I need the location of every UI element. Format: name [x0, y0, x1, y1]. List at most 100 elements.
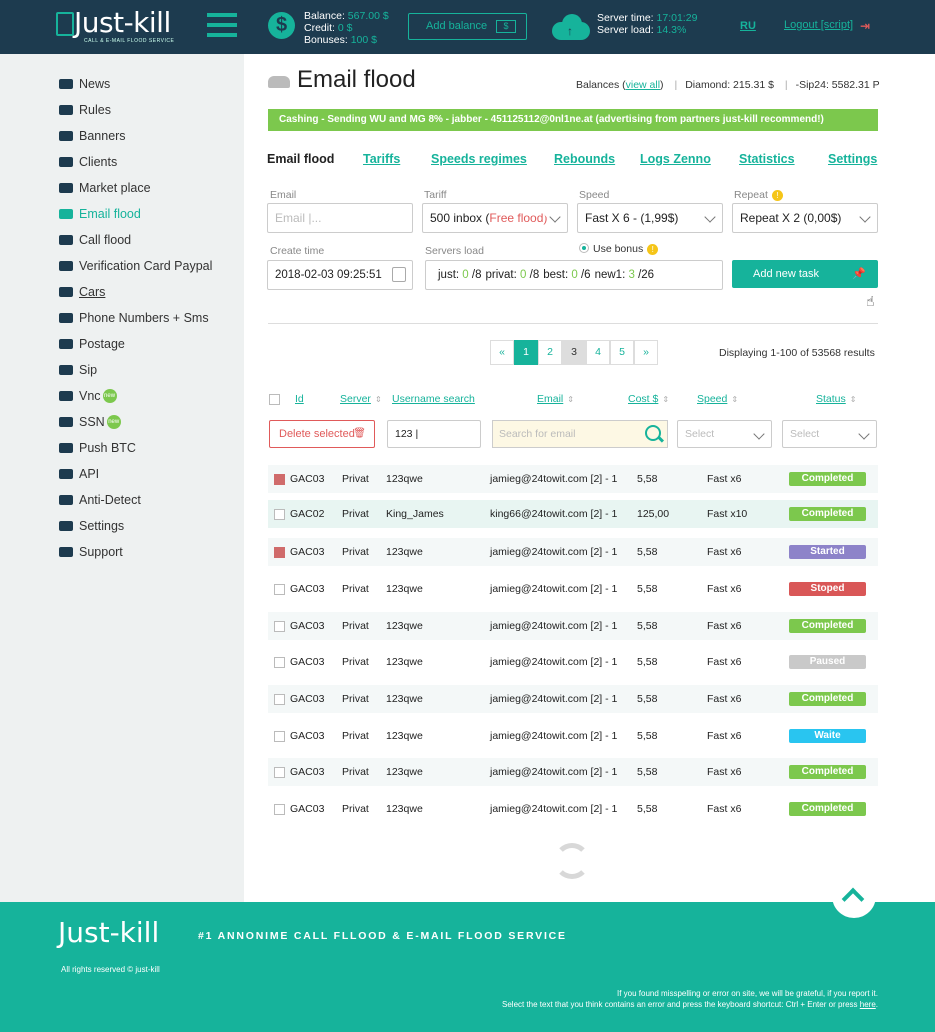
- repeat-select[interactable]: Repeat X 2 (0,00$): [732, 203, 878, 233]
- sidebar-item-vnc[interactable]: Vnc new: [59, 386, 117, 406]
- row-email: jamieg@24towit.com [2] - 1: [490, 730, 618, 742]
- row-checkbox[interactable]: [274, 767, 285, 778]
- row-checkbox[interactable]: [274, 694, 285, 705]
- table-row[interactable]: GAC03 Privat 123qwe jamieg@24towit.com [2] …: [268, 685, 878, 713]
- table-row[interactable]: GAC03 Privat 123qwe jamieg@24towit.com [2] …: [268, 612, 878, 640]
- megaphone-icon: [59, 131, 73, 141]
- page-next[interactable]: »: [634, 340, 658, 365]
- page-5[interactable]: 5: [610, 340, 634, 365]
- page-4[interactable]: 4: [586, 340, 610, 365]
- row-checkbox[interactable]: [274, 509, 285, 520]
- header-status[interactable]: Status ⇕: [816, 393, 856, 405]
- tab-tariffs[interactable]: Tariffs: [363, 152, 400, 166]
- row-checkbox[interactable]: [274, 474, 285, 485]
- page-2[interactable]: 2: [538, 340, 562, 365]
- sidebar-item-sip[interactable]: Sip: [59, 360, 97, 380]
- table-row[interactable]: GAC03 Privat 123qwe jamieg@24towit.com [2] …: [268, 538, 878, 566]
- email-label: Email: [270, 189, 297, 201]
- sidebar-item-cars[interactable]: Cars: [59, 282, 105, 302]
- table-row[interactable]: GAC03 Privat 123qwe jamieg@24towit.com [2] …: [268, 758, 878, 786]
- header-server[interactable]: Server ⇕: [340, 393, 382, 405]
- row-cost: 5,58: [637, 730, 658, 742]
- logout-link[interactable]: Logout [script]: [784, 19, 853, 31]
- tab-speeds-regimes[interactable]: Speeds regimes: [431, 152, 527, 166]
- select-all-checkbox[interactable]: [269, 394, 280, 405]
- sidebar-item-phone-numbers-sms[interactable]: Phone Numbers + Sms: [59, 308, 209, 328]
- header-username[interactable]: Username search: [392, 393, 475, 405]
- delete-selected-button[interactable]: Delete selected 🗑: [269, 420, 375, 448]
- logout-icon[interactable]: ⇥: [860, 19, 870, 33]
- bitcoin-icon: [59, 443, 73, 453]
- sort-icon: ⇕: [849, 395, 857, 404]
- calendar-icon: [392, 267, 406, 282]
- table-row[interactable]: GAC03 Privat 123qwe jamieg@24towit.com [2] …: [268, 648, 878, 676]
- page-prev[interactable]: «: [490, 340, 514, 365]
- table-row[interactable]: GAC02 Privat King_James king66@24towit.com …: [268, 500, 878, 528]
- refresh-icon[interactable]: [554, 843, 590, 879]
- row-email: jamieg@24towit.com [2] - 1: [490, 546, 618, 558]
- sidebar-item-market-place[interactable]: Market place: [59, 178, 151, 198]
- sidebar-item-banners[interactable]: Banners: [59, 126, 126, 146]
- header-cost[interactable]: Cost $ ⇕: [628, 393, 669, 405]
- view-all-link[interactable]: view all: [626, 79, 660, 91]
- sidebar-item-support[interactable]: Support: [59, 542, 123, 562]
- tab-rebounds[interactable]: Rebounds: [554, 152, 615, 166]
- sidebar-item-postage[interactable]: Postage: [59, 334, 125, 354]
- sidebar-item-rules[interactable]: Rules: [59, 100, 111, 120]
- row-checkbox[interactable]: [274, 804, 285, 815]
- row-checkbox[interactable]: [274, 731, 285, 742]
- scroll-top-button[interactable]: [832, 874, 876, 918]
- use-bonus-toggle[interactable]: Use bonus!: [579, 243, 659, 255]
- row-checkbox[interactable]: [274, 621, 285, 632]
- footer-logo[interactable]: Just-kill: [58, 916, 159, 949]
- email-input[interactable]: Email |...: [267, 203, 413, 233]
- tab-logs-zenno[interactable]: Logs Zenno: [640, 152, 711, 166]
- chevron-down-icon: [549, 211, 561, 223]
- partner-ad-banner[interactable]: Cashing - Sending WU and MG 8% - jabber …: [268, 109, 878, 131]
- email-search-input[interactable]: Search for email: [492, 420, 668, 448]
- tariff-select[interactable]: 500 inbox (Free flood): [422, 203, 568, 233]
- sidebar-item-anti-detect[interactable]: Anti-Detect: [59, 490, 141, 510]
- header-speed[interactable]: Speed ⇕: [697, 393, 738, 405]
- sidebar-item-settings[interactable]: Settings: [59, 516, 124, 536]
- table-row[interactable]: GAC03 Privat 123qwe jamieg@24towit.com [2] …: [268, 575, 878, 603]
- table-row[interactable]: GAC03 Privat 123qwe jamieg@24towit.com [2] …: [268, 722, 878, 750]
- add-balance-button[interactable]: Add balance $: [408, 13, 527, 40]
- language-switch[interactable]: RU: [740, 20, 756, 32]
- sip24-balance: -Sip24: 5582.31 P: [795, 79, 880, 91]
- tab-statistics[interactable]: Statistics: [739, 152, 795, 166]
- add-new-task-button[interactable]: Add new task 📌: [732, 260, 878, 288]
- menu-burger-icon[interactable]: [207, 13, 237, 39]
- status-filter-select[interactable]: Select: [782, 420, 877, 448]
- page-1[interactable]: 1: [514, 340, 538, 365]
- sidebar-item-verification-card-paypal[interactable]: Verification Card Paypal: [59, 256, 212, 276]
- row-email: jamieg@24towit.com [2] - 1: [490, 656, 618, 668]
- sidebar-item-email-flood[interactable]: Email flood: [59, 204, 141, 224]
- row-checkbox[interactable]: [274, 657, 285, 668]
- speed-label: Speed: [579, 189, 610, 201]
- row-checkbox[interactable]: [274, 584, 285, 595]
- speed-select[interactable]: Fast X 6 - (1,99$): [577, 203, 723, 233]
- row-server: Privat: [342, 803, 369, 815]
- speed-filter-select[interactable]: Select: [677, 420, 772, 448]
- username-filter-input[interactable]: 123 |: [387, 420, 481, 448]
- header-email[interactable]: Email ⇕: [537, 393, 574, 405]
- row-id: GAC03: [290, 766, 325, 778]
- sidebar-item-news[interactable]: News: [59, 74, 110, 94]
- server-load-item: privat: 0 /8: [485, 269, 540, 281]
- sidebar-item-ssn[interactable]: SSN new: [59, 412, 121, 432]
- page-3[interactable]: 3: [562, 340, 586, 365]
- tab-settings[interactable]: Settings: [828, 152, 877, 166]
- sidebar-item-push-btc[interactable]: Push BTC: [59, 438, 136, 458]
- sidebar-item-call-flood[interactable]: Call flood: [59, 230, 131, 250]
- tab-email-flood[interactable]: Email flood: [267, 152, 334, 166]
- sidebar-item-clients[interactable]: Clients: [59, 152, 117, 172]
- sidebar-item-api[interactable]: API: [59, 464, 99, 484]
- row-checkbox[interactable]: [274, 547, 285, 558]
- create-time-input[interactable]: 2018-02-03 09:25:51: [267, 260, 413, 290]
- report-here-link[interactable]: here: [860, 1000, 876, 1009]
- site-logo[interactable]: Just-kill CALL & E-MAIL FLOOD SERVICE: [56, 6, 180, 46]
- table-row[interactable]: GAC03 Privat 123qwe jamieg@24towit.com [2] …: [268, 465, 878, 493]
- header-id[interactable]: Id: [295, 393, 304, 405]
- table-row[interactable]: GAC03 Privat 123qwe jamieg@24towit.com [2] …: [268, 795, 878, 823]
